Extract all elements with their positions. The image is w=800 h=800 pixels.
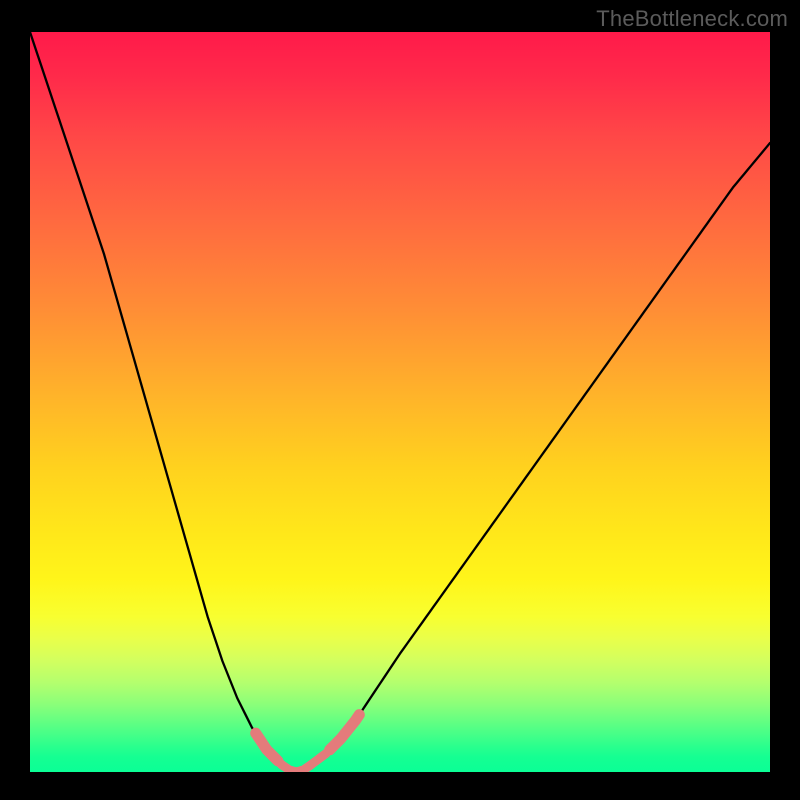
chart-stage: TheBottleneck.com	[0, 0, 800, 800]
highlight-valley-floor	[274, 754, 326, 773]
bottleneck-curve	[30, 32, 770, 772]
curve-layer	[30, 32, 770, 772]
watermark-text: TheBottleneck.com	[596, 6, 788, 32]
plot-area	[30, 32, 770, 772]
highlight-right-branch	[330, 715, 360, 750]
